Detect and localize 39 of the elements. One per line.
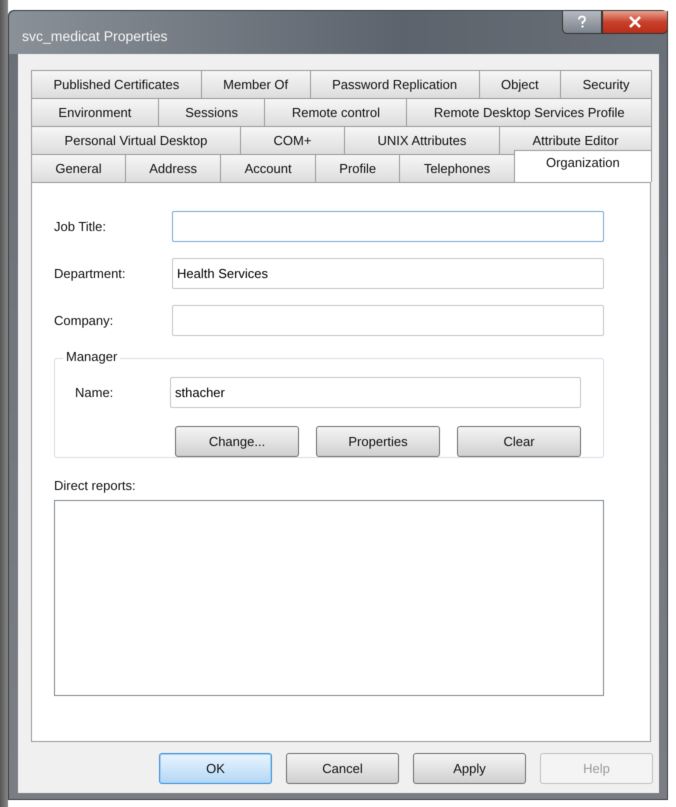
tab[interactable]: Organization: [514, 150, 652, 182]
field-label: Name:: [75, 385, 114, 400]
field-label: Direct reports:: [54, 478, 137, 493]
tab[interactable]: Published Certificates: [31, 70, 202, 98]
tab[interactable]: Security: [560, 70, 652, 98]
input-field[interactable]: Health Services: [172, 258, 604, 289]
field-label: Company:: [54, 313, 114, 328]
tab[interactable]: COM+: [240, 126, 345, 154]
window-title: svc_medicat Properties: [22, 28, 168, 44]
tab[interactable]: Address: [124, 154, 222, 182]
tab[interactable]: Remote Desktop Services Profile: [406, 98, 652, 126]
tab[interactable]: Profile: [314, 154, 400, 182]
close-icon: [628, 16, 642, 28]
tab[interactable]: Sessions: [158, 98, 266, 126]
button[interactable]: Change...: [175, 426, 299, 457]
tab[interactable]: UNIX Attributes: [344, 126, 500, 154]
field-label: Department:: [54, 266, 127, 281]
tab[interactable]: Password Replication: [310, 70, 480, 98]
tab[interactable]: Personal Virtual Desktop: [31, 126, 241, 154]
tab[interactable]: Telephones: [399, 154, 515, 182]
input-field[interactable]: [172, 211, 604, 242]
tab[interactable]: Environment: [31, 98, 159, 126]
close-button[interactable]: [602, 11, 668, 34]
tab[interactable]: Member Of: [200, 70, 311, 98]
tab[interactable]: Object: [478, 70, 562, 98]
group-title: Manager: [63, 349, 120, 364]
input-field[interactable]: sthacher: [170, 377, 581, 408]
help-button[interactable]: [562, 11, 602, 34]
tab[interactable]: Account: [220, 154, 316, 182]
button[interactable]: Properties: [316, 426, 440, 457]
input-field[interactable]: [172, 305, 604, 336]
button[interactable]: Cancel: [286, 753, 399, 784]
tab[interactable]: General: [31, 154, 126, 182]
question-icon: [576, 15, 588, 29]
button[interactable]: Clear: [457, 426, 581, 457]
field-label: Job Title:: [54, 219, 108, 234]
button[interactable]: Apply: [413, 753, 526, 784]
tab[interactable]: Remote control: [264, 98, 408, 126]
button[interactable]: OK: [159, 753, 272, 784]
